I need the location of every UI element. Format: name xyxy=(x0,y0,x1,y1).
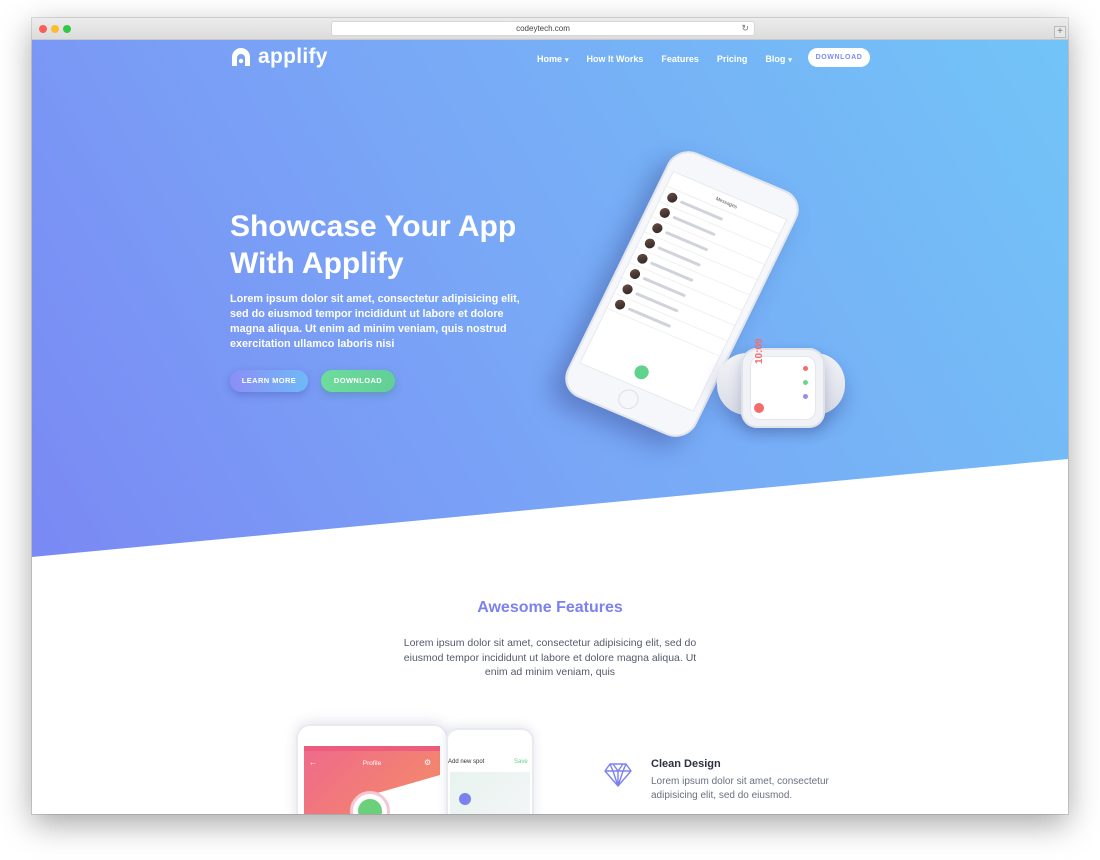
add-spot-title: Add new spot xyxy=(448,759,485,765)
watch-status-dot xyxy=(803,394,808,399)
nav-item-features[interactable]: Features xyxy=(661,54,699,64)
chevron-down-icon: ▾ xyxy=(788,57,792,64)
nav-item-label: How It Works xyxy=(586,54,644,64)
hero-title: Showcase Your App With Applify xyxy=(230,208,550,282)
feature-title: Clean Design xyxy=(651,758,721,770)
browser-toolbar: codeytech.com ↻ + xyxy=(32,18,1068,40)
avatar xyxy=(665,191,680,205)
brand-name: applify xyxy=(258,45,328,68)
avatar xyxy=(650,221,665,235)
map-pin-icon xyxy=(459,793,471,805)
avatar xyxy=(613,298,627,312)
new-tab-button[interactable]: + xyxy=(1054,26,1066,38)
address-bar-url: codeytech.com xyxy=(516,24,570,33)
hero-description: Lorem ipsum dolor sit amet, consectetur … xyxy=(230,293,520,350)
avatar xyxy=(657,206,672,220)
nav-item-how-it-works[interactable]: How It Works xyxy=(587,54,644,64)
brand-logo[interactable]: applify xyxy=(230,45,328,69)
watch-time: 10:09 xyxy=(754,338,765,364)
compose-fab-icon xyxy=(632,363,652,382)
gear-icon: ⚙ xyxy=(424,758,432,767)
watch-status-dot xyxy=(803,366,808,371)
nav-item-label: Blog xyxy=(765,54,786,64)
hero-title-line2: With Applify xyxy=(230,247,404,280)
minimize-window-button[interactable] xyxy=(51,25,59,33)
feature-description: Lorem ipsum dolor sit amet, consectetur … xyxy=(651,776,829,801)
nav-item-pricing[interactable]: Pricing xyxy=(717,54,748,64)
features-title: Awesome Features xyxy=(477,599,623,616)
nav-download-button[interactable]: DOWNLOAD xyxy=(808,48,870,67)
watch-status-dot xyxy=(803,380,808,385)
phone-home-button xyxy=(614,386,643,413)
features-description: Lorem ipsum dolor sit amet, consectetur … xyxy=(403,637,697,678)
avatar xyxy=(620,282,635,296)
profile-screen-title: Profile xyxy=(362,760,382,767)
diamond-icon xyxy=(604,763,632,787)
close-window-button[interactable] xyxy=(39,25,47,33)
save-link: Save xyxy=(514,759,528,765)
nav-item-label: Home xyxy=(537,54,563,64)
maximize-window-button[interactable] xyxy=(63,25,71,33)
avatar xyxy=(628,267,642,281)
hero-section: applify Home ▾ How It Works Features Pric… xyxy=(32,40,1068,557)
browser-window: codeytech.com ↻ + applify Home ▾ How It W… xyxy=(32,18,1068,814)
avatar xyxy=(643,237,657,250)
nav-item-label: Pricing xyxy=(716,54,748,64)
reload-icon[interactable]: ↻ xyxy=(741,22,749,35)
main-nav: Home ▾ How It Works Features Pricing Blog… xyxy=(537,54,792,64)
watch-record-icon xyxy=(754,403,764,413)
avatar xyxy=(635,252,650,266)
nav-item-label: Features xyxy=(661,54,699,64)
hero-download-button[interactable]: DOWNLOAD xyxy=(321,370,395,392)
nav-item-home[interactable]: Home ▾ xyxy=(537,54,569,64)
learn-more-button[interactable]: LEARN MORE xyxy=(230,370,308,392)
chevron-down-icon: ▾ xyxy=(565,57,569,64)
applify-logo-icon xyxy=(232,48,250,66)
hero-title-line1: Showcase Your App xyxy=(230,210,517,243)
nav-item-blog[interactable]: Blog ▾ xyxy=(765,54,792,64)
address-bar[interactable]: codeytech.com ↻ xyxy=(331,21,755,36)
